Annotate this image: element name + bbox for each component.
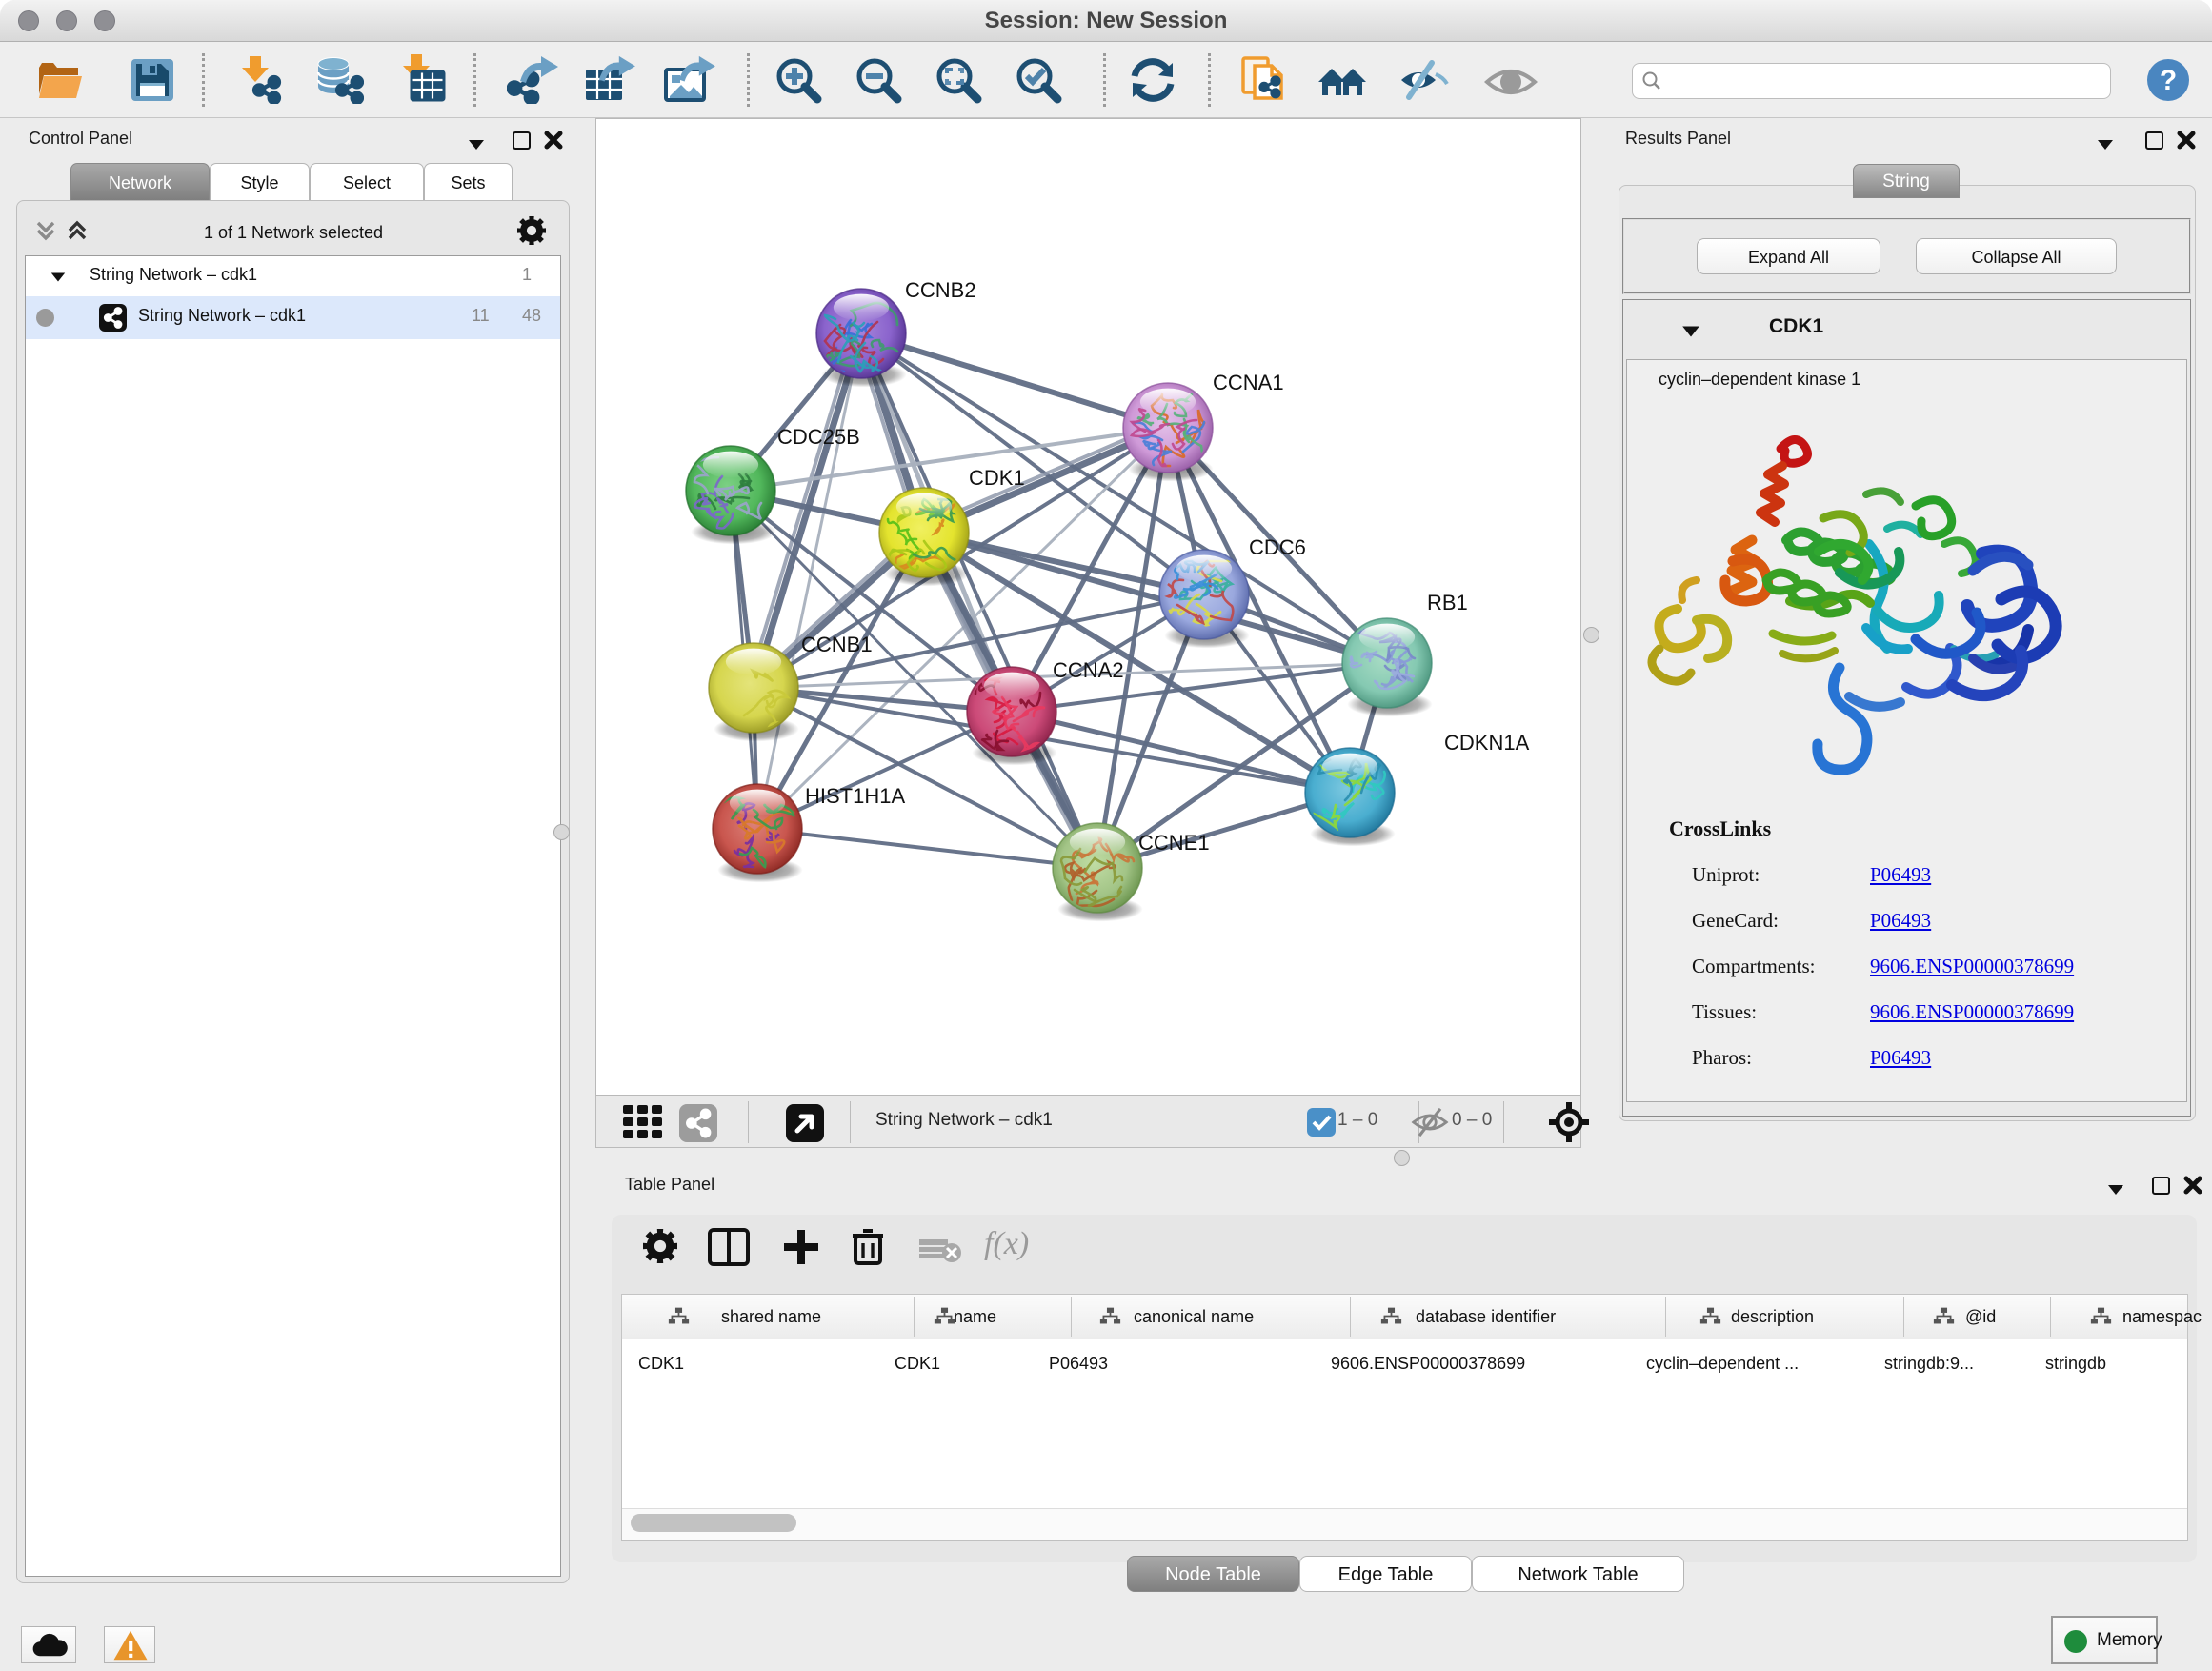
svg-text:CDC6: CDC6: [1249, 535, 1306, 559]
svg-text:?: ?: [2160, 65, 2177, 96]
svg-text:HIST1H1A: HIST1H1A: [805, 784, 905, 808]
svg-text:CCNB2: CCNB2: [905, 278, 976, 302]
svg-text:RB1: RB1: [1427, 591, 1468, 614]
svg-text:CCNA1: CCNA1: [1213, 371, 1284, 394]
svg-text:CDC25B: CDC25B: [777, 425, 860, 449]
svg-text:CDKN1A: CDKN1A: [1444, 731, 1530, 755]
svg-text:CDK1: CDK1: [969, 466, 1025, 490]
svg-text:CCNE1: CCNE1: [1138, 831, 1210, 855]
svg-text:CCNA2: CCNA2: [1053, 658, 1124, 682]
svg-text:CCNB1: CCNB1: [801, 633, 873, 656]
